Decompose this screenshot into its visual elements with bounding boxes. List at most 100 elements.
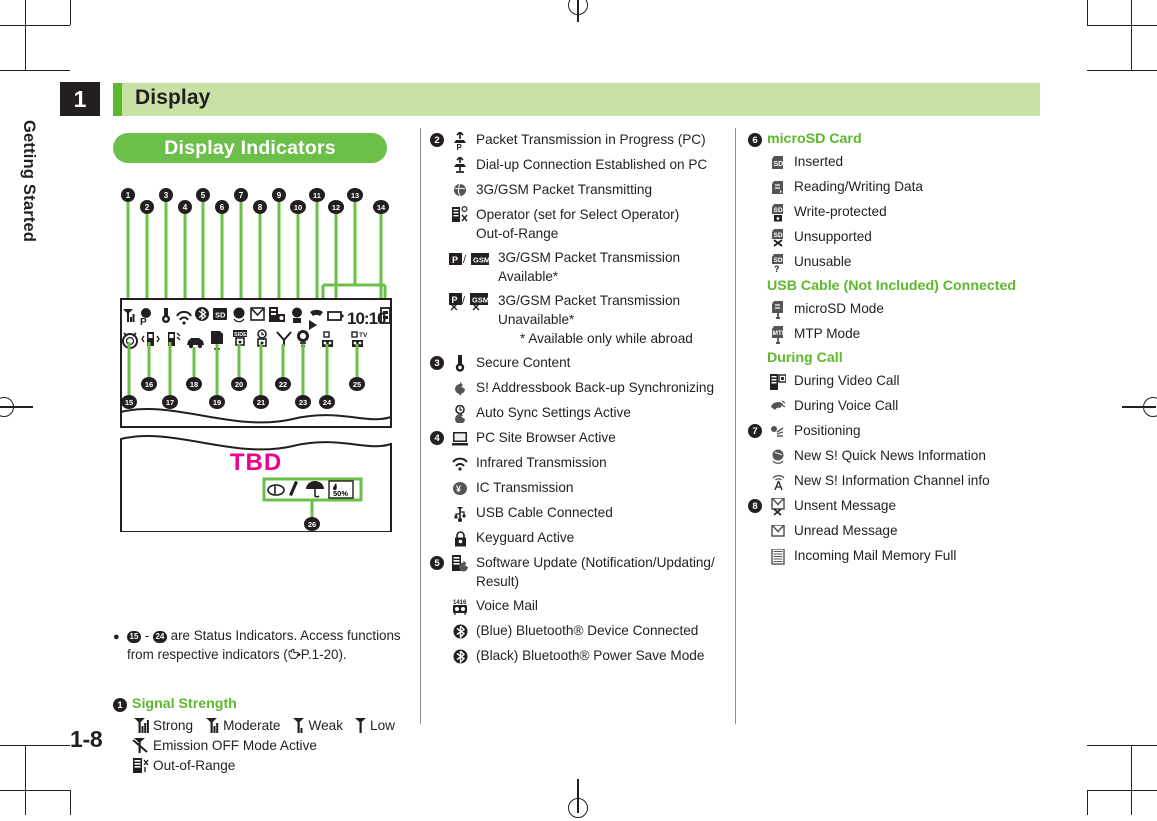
svg-text:?: ? — [774, 264, 780, 272]
indicator-row: 5 Software Update (Notification/Updating… — [430, 553, 720, 591]
display-indicators-heading: Display Indicators — [113, 133, 387, 163]
svg-text:7: 7 — [239, 191, 244, 200]
callout-badge-3: 3 — [430, 356, 444, 370]
indicator-label: New S! Quick News Information — [794, 448, 986, 463]
svg-text:P: P — [140, 317, 147, 328]
indicator-row: USB Cable (Not Included) Connected — [748, 277, 1048, 296]
indicator-label: 3G/GSM Packet Transmission Available* — [498, 250, 681, 284]
svg-text:8: 8 — [258, 203, 263, 212]
svg-text:5: 5 — [201, 191, 206, 200]
indicator-label: microSD Mode — [794, 301, 884, 316]
svg-text:MTP: MTP — [773, 330, 786, 337]
callout-badge-1: 1 — [113, 698, 127, 712]
svg-text:50%: 50% — [333, 489, 348, 498]
unread-message-icon — [767, 522, 789, 541]
indicator-row: P / GSM 3G/GSM Packet Transmission Unavail… — [430, 291, 720, 348]
svg-text:SIDE: SIDE — [234, 332, 247, 338]
indicator-label: Packet Transmission in Progress (PC) — [476, 132, 706, 147]
column-3: 6 microSD Card SD Inserted Reading/Writi… — [748, 130, 1048, 571]
svg-text:22: 22 — [279, 380, 287, 389]
page-number: 1-8 — [70, 726, 103, 752]
indicator-row: 2 P Packet Transmission in Progress (PC) — [430, 130, 720, 150]
svg-text:10: 10 — [294, 203, 302, 212]
indicator-row: SD Unsupported — [748, 227, 1048, 247]
indicator-row: New S! Quick News Information — [748, 446, 1048, 466]
indicator-label: Auto Sync Settings Active — [476, 405, 631, 420]
indicator-row: (Blue) Bluetooth® Device Connected — [430, 621, 720, 641]
indicator-label: IC Transmission — [476, 480, 574, 495]
indicator-label: During Video Call — [794, 373, 900, 388]
indicator-label: Infrared Transmission — [476, 455, 607, 470]
emission-off-icon — [132, 738, 148, 753]
pkt-unavailable-icon: P / GSM — [449, 292, 493, 311]
svg-text:TBD: TBD — [230, 449, 282, 476]
indicator-row: SD Write-protected — [748, 202, 1048, 222]
svg-text:6: 6 — [220, 203, 225, 212]
signal-levels-row: Strong Moderate Weak Low — [132, 717, 409, 734]
note-text-part1: are Status Indicators. Access functions — [170, 628, 401, 643]
indicator-row: MTP MTP Mode — [748, 324, 1048, 344]
svg-text:P: P — [456, 143, 462, 150]
svg-text:SD: SD — [215, 311, 226, 320]
indicator-row: SD Inserted — [748, 152, 1048, 172]
indicator-row: New S! Information Channel info — [748, 471, 1048, 491]
quick-news-icon — [767, 447, 789, 466]
sd-unsupported-icon: SD — [767, 228, 789, 247]
svg-text:25: 25 — [353, 380, 361, 389]
indicator-row: P / GSM 3G/GSM Packet Transmission Availab… — [430, 248, 720, 286]
registration-mark-top — [565, 0, 591, 22]
indicator-row: Unread Message — [748, 521, 1048, 541]
svg-text:24: 24 — [323, 398, 332, 407]
indicator-label: PC Site Browser Active — [476, 430, 616, 445]
voice-call-icon — [767, 397, 789, 416]
svg-text:SD: SD — [774, 207, 783, 214]
emission-off-row: Emission OFF Mode Active — [132, 737, 409, 754]
signal-strength-section: 1 Signal Strength Strong Moderate Weak L… — [113, 695, 409, 777]
signal-low-icon — [355, 718, 367, 733]
indicator-label: During Voice Call — [794, 398, 899, 413]
indicator-label: Secure Content — [476, 355, 571, 370]
microsd-mode-icon — [767, 300, 789, 319]
indicator-label: Incoming Mail Memory Full — [794, 548, 957, 563]
callout-badge-8: 8 — [748, 499, 762, 513]
chapter-name-vertical: Getting Started — [20, 120, 38, 243]
indicator-label: Unread Message — [794, 523, 898, 538]
during-call-heading: During Call — [767, 350, 843, 366]
callout-badge-4: 4 — [430, 431, 444, 445]
indicator-row: Dial-up Connection Established on PC — [430, 155, 720, 175]
svg-text:TV: TV — [359, 332, 368, 339]
title-accent-bar — [113, 83, 122, 116]
signal-weak-label: Weak — [308, 718, 344, 733]
manual-page: 1 Getting Started Display Display Indica… — [0, 0, 1157, 818]
signal-strong-icon — [134, 718, 149, 733]
bluetooth-blue-icon — [449, 622, 471, 641]
svg-text:18: 18 — [190, 380, 198, 389]
svg-text:SD: SD — [774, 161, 784, 168]
indicator-label: Unsupported — [794, 229, 872, 244]
indicator-label-line2: Out-of-Range — [476, 226, 559, 241]
svg-text:15: 15 — [125, 398, 133, 407]
indicator-label: Unsent Message — [794, 498, 897, 513]
svg-text:13: 13 — [351, 191, 359, 200]
indicator-label: (Blue) Bluetooth® Device Connected — [476, 623, 699, 638]
svg-text:SD: SD — [774, 257, 783, 264]
bluetooth-black-icon — [449, 647, 471, 666]
indicator-label: 3G/GSM Packet Transmission Unavailable* — [498, 293, 681, 327]
signal-weak-icon — [292, 718, 304, 733]
callout-badge-2: 2 — [430, 133, 444, 147]
indicator-label: New S! Information Channel info — [794, 473, 990, 488]
indicator-label: Dial-up Connection Established on PC — [476, 157, 708, 172]
out-of-range-label: Out-of-Range — [153, 758, 236, 773]
svg-text:/: / — [462, 295, 466, 307]
svg-text:26: 26 — [308, 520, 316, 529]
positioning-icon — [767, 422, 789, 441]
indicator-row: Incoming Mail Memory Full — [748, 546, 1048, 566]
indicator-row: 4 PC Site Browser Active — [430, 428, 720, 448]
sd-readwrite-icon — [767, 178, 789, 197]
signal-low-label: Low — [370, 718, 395, 733]
handset-display-diagram: P SD 10:10 SIDE TV 1 2 3 4 5 6 7 8 9 10 … — [113, 187, 403, 532]
indicator-label: (Black) Bluetooth® Power Save Mode — [476, 648, 705, 663]
callout-badge-5: 5 — [430, 556, 444, 570]
indicator-footnote: * Available only while abroad — [520, 331, 693, 346]
note-range-from: 15 — [127, 631, 141, 643]
